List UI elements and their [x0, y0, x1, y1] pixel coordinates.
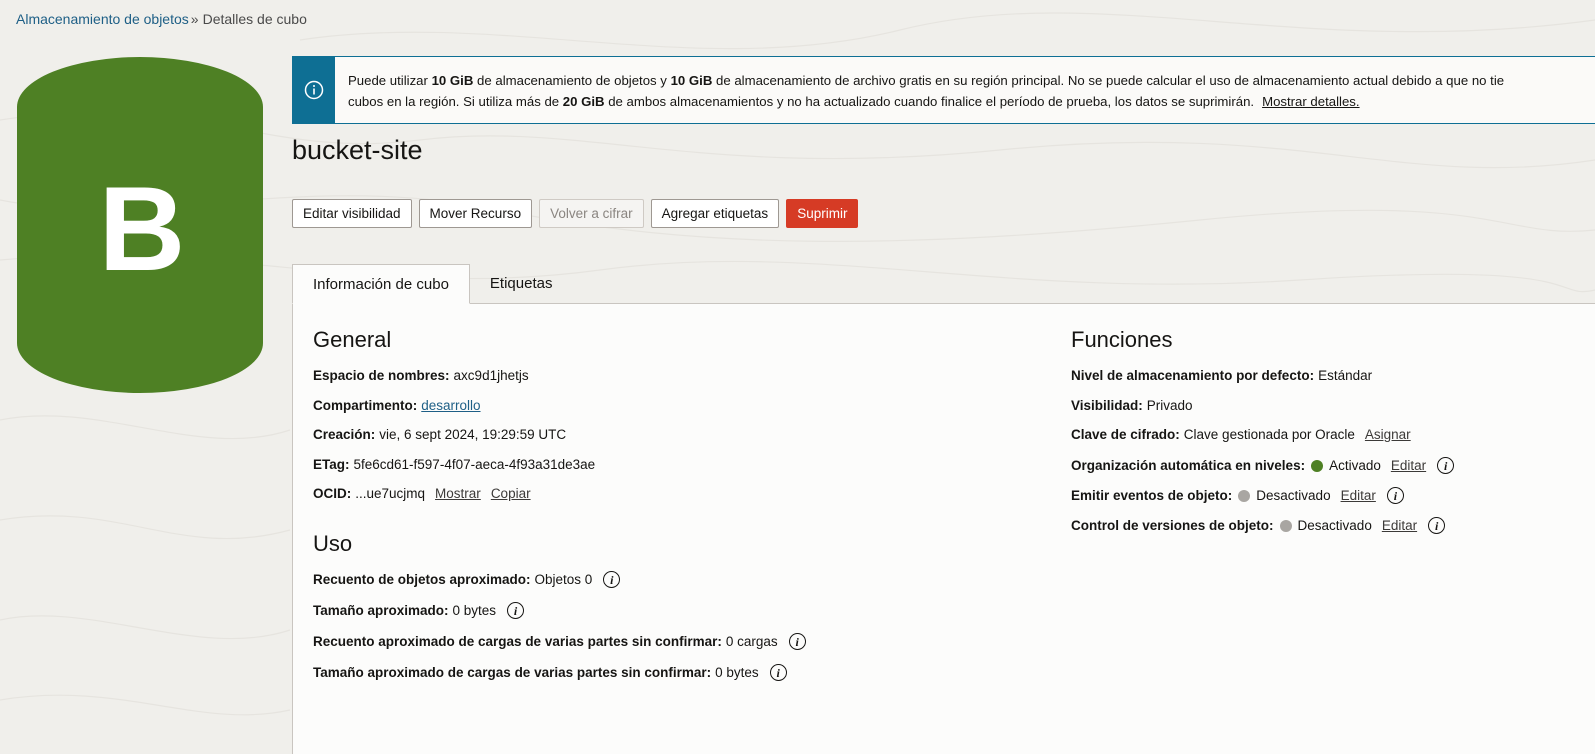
namespace-value: axc9d1jhetjs [453, 368, 529, 383]
object-events-row: Emitir eventos de objeto: Desactivado Ed… [1071, 487, 1404, 504]
tab-tags[interactable]: Etiquetas [470, 264, 573, 303]
compartment-link[interactable]: desarrollo [421, 398, 480, 413]
show-details-link[interactable]: Mostrar detalles. [1262, 94, 1359, 109]
auto-tiering-value: Activado [1329, 458, 1381, 473]
add-tags-button[interactable]: Agregar etiquetas [650, 199, 780, 228]
edit-object-events-link[interactable]: Editar [1341, 488, 1376, 503]
ocid-show-link[interactable]: Mostrar [435, 486, 481, 501]
versioning-label: Control de versiones de objeto: [1071, 518, 1274, 533]
multipart-size-row: Tamaño aproximado de cargas de varias pa… [313, 664, 787, 681]
namespace-label: Espacio de nombres: [313, 368, 450, 383]
reencrypt-button: Volver a cifrar [539, 199, 644, 228]
visibility-label: Visibilidad: [1071, 398, 1143, 413]
free-tier-info-banner: Puede utilizar 10 GiB de almacenamiento … [292, 56, 1595, 124]
approx-size-value: 0 bytes [452, 603, 497, 618]
object-events-label: Emitir eventos de objeto: [1071, 488, 1233, 503]
created-value: vie, 6 sept 2024, 19:29:59 UTC [379, 427, 567, 442]
info-icon[interactable]: i [1428, 517, 1446, 534]
info-icon[interactable]: i [1386, 487, 1404, 504]
encryption-key-label: Clave de cifrado: [1071, 427, 1180, 442]
etag-row: ETag: 5fe6cd61-f597-4f07-aeca-4f93a31de3… [313, 457, 595, 472]
info-circle-icon [304, 80, 324, 100]
etag-value: 5fe6cd61-f597-4f07-aeca-4f93a31de3ae [353, 457, 596, 472]
object-count-label: Recuento de objetos aproximado: [313, 572, 531, 587]
tab-bucket-information[interactable]: Información de cubo [292, 264, 470, 304]
object-events-value: Desactivado [1256, 488, 1331, 503]
banner-line-2: cubos en la región. Si utiliza más de 20… [348, 94, 1360, 109]
usage-section-title: Uso [313, 531, 353, 556]
visibility-value: Privado [1146, 398, 1193, 413]
versioning-row: Control de versiones de objeto: Desactiv… [1071, 517, 1446, 534]
info-icon[interactable]: i [507, 602, 525, 619]
status-off-dot-icon [1238, 489, 1251, 502]
page-title: bucket-site [292, 135, 423, 165]
banner-text: Puede utilizar 10 GiB de almacenamiento … [348, 70, 1595, 112]
multipart-count-row: Recuento aproximado de cargas de varias … [313, 633, 806, 650]
multipart-count-value: 0 cargas [725, 634, 778, 649]
created-label: Creación: [313, 427, 376, 442]
move-resource-button[interactable]: Mover Recurso [418, 199, 533, 228]
approx-size-row: Tamaño aproximado: 0 bytes i [313, 602, 525, 619]
bucket-icon: B [17, 57, 263, 393]
visibility-row: Visibilidad: Privado [1071, 398, 1193, 413]
details-panel: General Espacio de nombres: axc9d1jhetjs… [292, 303, 1595, 754]
info-icon[interactable]: i [1437, 457, 1455, 474]
edit-visibility-button[interactable]: Editar visibilidad [292, 199, 412, 228]
auto-tiering-label: Organización automática en niveles: [1071, 458, 1306, 473]
approx-size-label: Tamaño aproximado: [313, 603, 449, 618]
ocid-copy-link[interactable]: Copiar [491, 486, 531, 501]
delete-button[interactable]: Suprimir [786, 199, 859, 228]
info-icon[interactable]: i [788, 633, 806, 650]
tab-bar: Información de cubo Etiquetas [292, 264, 572, 304]
created-row: Creación: vie, 6 sept 2024, 19:29:59 UTC [313, 427, 566, 442]
multipart-size-label: Tamaño aproximado de cargas de varias pa… [313, 665, 712, 680]
encryption-key-value: Clave gestionada por Oracle [1183, 427, 1355, 442]
breadcrumb-current: Detalles de cubo [202, 11, 307, 27]
compartment-row: Compartimento: desarrollo [313, 398, 481, 413]
compartment-label: Compartimento: [313, 398, 418, 413]
breadcrumb-separator: » [190, 11, 199, 27]
etag-label: ETag: [313, 457, 350, 472]
edit-auto-tiering-link[interactable]: Editar [1391, 458, 1426, 473]
features-section-title: Funciones [1071, 327, 1173, 352]
banner-line-1: Puede utilizar 10 GiB de almacenamiento … [348, 73, 1505, 88]
breadcrumb-object-storage-link[interactable]: Almacenamiento de objetos [16, 11, 189, 27]
multipart-count-label: Recuento aproximado de cargas de varias … [313, 634, 722, 649]
status-off-dot-icon [1279, 519, 1292, 532]
default-tier-value: Estándar [1318, 368, 1373, 383]
object-count-row: Recuento de objetos aproximado: Objetos … [313, 571, 621, 588]
action-toolbar: Editar visibilidad Mover Recurso Volver … [292, 199, 859, 228]
ocid-row: OCID: ...ue7ucjmq Mostrar Copiar [313, 486, 531, 501]
info-icon[interactable]: i [603, 571, 621, 588]
breadcrumb: Almacenamiento de objetos» Detalles de cu… [16, 11, 307, 27]
edit-versioning-link[interactable]: Editar [1382, 518, 1417, 533]
namespace-row: Espacio de nombres: axc9d1jhetjs [313, 368, 529, 383]
ocid-value: ...ue7ucjmq [355, 486, 426, 501]
ocid-label: OCID: [313, 486, 352, 501]
multipart-size-value: 0 bytes [715, 665, 759, 680]
bucket-icon-letter: B [99, 162, 186, 296]
encryption-key-row: Clave de cifrado: Clave gestionada por O… [1071, 427, 1411, 442]
assign-key-link[interactable]: Asignar [1365, 427, 1411, 442]
default-tier-row: Nivel de almacenamiento por defecto: Est… [1071, 368, 1372, 383]
versioning-value: Desactivado [1297, 518, 1372, 533]
status-on-dot-icon [1311, 459, 1324, 472]
banner-accent-bar [293, 57, 335, 123]
info-icon[interactable]: i [769, 664, 787, 681]
general-section-title: General [313, 327, 392, 352]
object-count-value: Objetos 0 [534, 572, 593, 587]
auto-tiering-row: Organización automática en niveles: Acti… [1071, 457, 1455, 474]
default-tier-label: Nivel de almacenamiento por defecto: [1071, 368, 1315, 383]
